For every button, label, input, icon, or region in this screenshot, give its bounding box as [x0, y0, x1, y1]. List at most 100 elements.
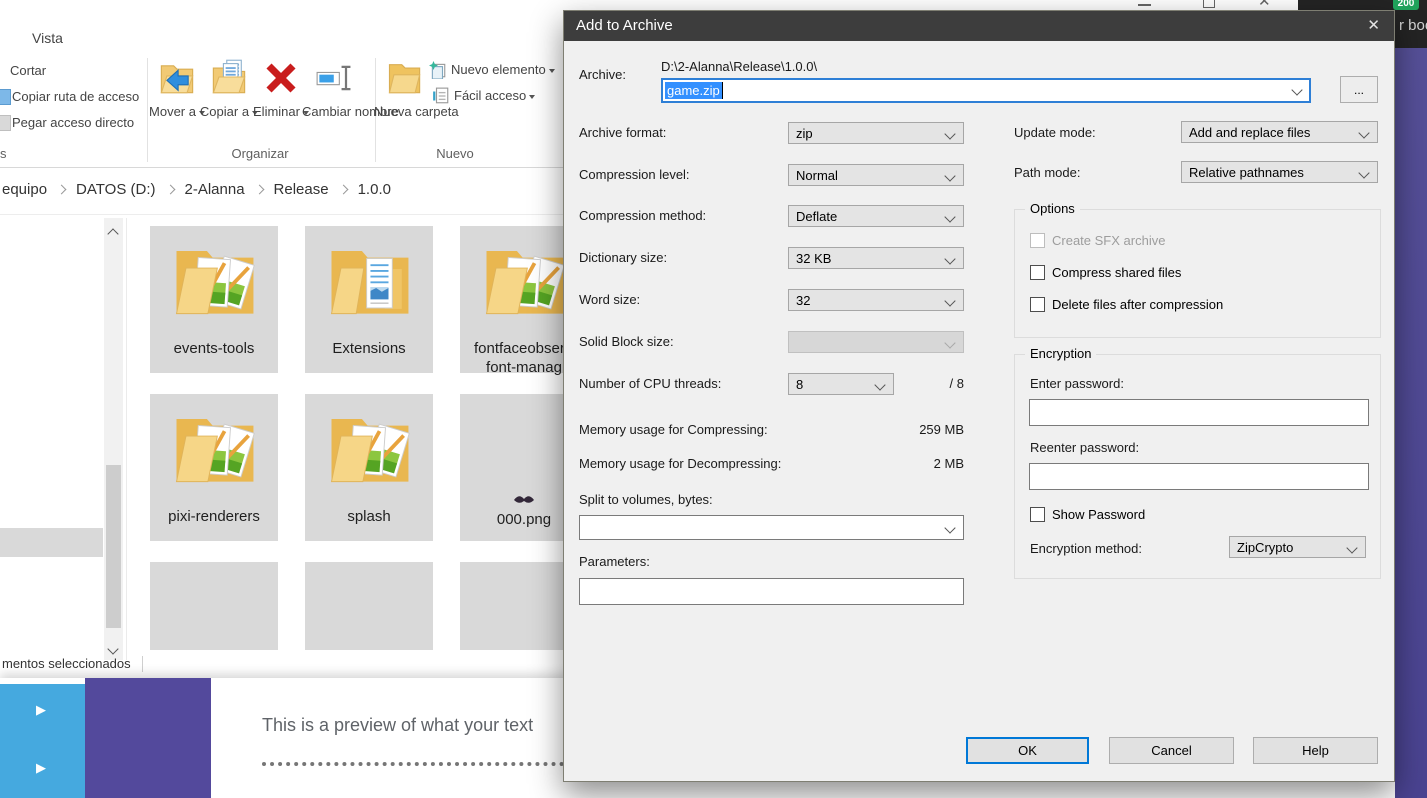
options-groupbox: Options Create SFX archive Compress shar…	[1014, 209, 1381, 338]
compression-method-select[interactable]: Deflate	[788, 205, 964, 227]
memory-decompress-label: Memory usage for Decompressing:	[579, 456, 781, 471]
image-file-icon	[512, 492, 536, 506]
move-to-label: Mover a	[149, 104, 196, 119]
help-button[interactable]: Help	[1253, 737, 1378, 764]
breadcrumb-item[interactable]: 1.0.0	[358, 181, 391, 198]
parameters-label: Parameters:	[579, 554, 650, 569]
dialog-titlebar[interactable]: Add to Archive ✕	[564, 11, 1394, 41]
folder-icon	[322, 231, 417, 326]
breadcrumb-item[interactable]: DATOS (D:)	[76, 181, 155, 198]
tab-vista[interactable]: Vista	[32, 30, 63, 46]
chevron-down-icon	[944, 211, 955, 222]
file-name: events-tools	[150, 339, 278, 358]
ribbon-item-pegar-acceso[interactable]: Pegar acceso directo	[12, 115, 134, 130]
breadcrumb-chevron[interactable]	[57, 185, 67, 195]
enter-password-input[interactable]	[1029, 399, 1369, 426]
word-size-label: Word size:	[579, 292, 640, 307]
new-folder-button[interactable]: Nueva carpeta	[374, 104, 434, 119]
path-mode-select[interactable]: Relative pathnames	[1181, 161, 1378, 183]
memory-decompress-value: 2 MB	[864, 456, 964, 471]
dialog-title: Add to Archive	[576, 11, 673, 41]
delete-after-option[interactable]: Delete files after compression	[1030, 297, 1223, 312]
archive-format-label: Archive format:	[579, 125, 666, 140]
chevron-down-icon	[944, 522, 955, 533]
copy-to-button[interactable]: Copiar a	[198, 104, 260, 119]
compress-shared-option[interactable]: Compress shared files	[1030, 265, 1181, 280]
ribbon-divider	[0, 167, 563, 168]
delete-label: Eliminar	[253, 104, 300, 119]
dictionary-size-select[interactable]: 32 KB	[788, 247, 964, 269]
encryption-method-select[interactable]: ZipCrypto	[1229, 536, 1366, 558]
file-item[interactable]: events-tools	[150, 226, 278, 373]
breadcrumb-chevron[interactable]	[254, 185, 264, 195]
window-maximize-button[interactable]	[1203, 0, 1215, 8]
rename-button[interactable]: Cambiar nombre	[302, 104, 372, 119]
help-label: Help	[1302, 743, 1329, 758]
ribbon-item-cortar[interactable]: Cortar	[10, 63, 46, 78]
compression-level-select[interactable]: Normal	[788, 164, 964, 186]
cpu-threads-select[interactable]: 8	[788, 373, 894, 395]
play-icon[interactable]: ▶	[36, 702, 46, 718]
dictionary-size-value: 32 KB	[796, 251, 831, 266]
background-app-text: r boo	[1399, 17, 1427, 34]
ok-label: OK	[1018, 743, 1037, 758]
encryption-groupbox: Encryption Enter password: Reenter passw…	[1014, 354, 1381, 579]
copy-to-label: Copiar a	[200, 104, 249, 119]
copy-path-icon	[0, 89, 11, 105]
folder-icon	[477, 231, 572, 326]
easy-access-icon	[432, 87, 450, 105]
path-mode-value: Relative pathnames	[1189, 165, 1304, 180]
notification-badge: 200	[1393, 0, 1419, 10]
breadcrumb-item[interactable]: 2-Alanna	[185, 181, 245, 198]
split-volumes-combobox[interactable]	[579, 515, 964, 540]
update-mode-select[interactable]: Add and replace files	[1181, 121, 1378, 143]
browse-button[interactable]: ...	[1340, 76, 1378, 103]
nav-selected-item[interactable]	[0, 528, 103, 557]
window-minimize-button[interactable]	[1138, 4, 1151, 6]
parameters-input[interactable]	[579, 578, 964, 605]
encryption-group-title: Encryption	[1025, 346, 1096, 361]
file-item[interactable]	[150, 562, 278, 650]
ribbon-item-copiar-ruta[interactable]: Copiar ruta de acceso	[12, 89, 139, 104]
file-item[interactable]: pixi-renderers	[150, 394, 278, 541]
archive-format-value: zip	[796, 126, 813, 141]
breadcrumb-chevron[interactable]	[338, 185, 348, 195]
cancel-label: Cancel	[1151, 743, 1191, 758]
word-size-select[interactable]: 32	[788, 289, 964, 311]
breadcrumb-item[interactable]: equipo	[2, 181, 47, 198]
cpu-threads-max: / 8	[904, 376, 964, 391]
scrollbar-thumb[interactable]	[106, 465, 121, 628]
preview-purple-block	[85, 678, 211, 798]
folder-icon	[167, 231, 262, 326]
compress-shared-checkbox[interactable]	[1030, 265, 1045, 280]
reenter-password-label: Reenter password:	[1030, 440, 1139, 455]
dialog-close-icon[interactable]: ✕	[1367, 16, 1380, 34]
new-item-icon	[429, 61, 447, 79]
compression-level-value: Normal	[796, 168, 838, 183]
window-close-button[interactable]: ✕	[1258, 0, 1271, 10]
show-password-option[interactable]: Show Password	[1030, 507, 1145, 522]
file-item[interactable]	[305, 562, 433, 650]
preview-text: This is a preview of what your text	[262, 715, 533, 736]
new-item-button[interactable]: Nuevo elemento	[451, 62, 555, 77]
file-name: Extensions	[305, 339, 433, 358]
show-password-checkbox[interactable]	[1030, 507, 1045, 522]
cancel-button[interactable]: Cancel	[1109, 737, 1234, 764]
reenter-password-input[interactable]	[1029, 463, 1369, 490]
clipboard-group-label: s	[0, 146, 7, 161]
new-folder-icon	[386, 58, 422, 96]
easy-access-button[interactable]: Fácil acceso	[454, 88, 535, 103]
breadcrumb-chevron[interactable]	[165, 185, 175, 195]
archive-name-combobox[interactable]: game.zip	[661, 78, 1311, 103]
file-item[interactable]: splash	[305, 394, 433, 541]
cpu-threads-value: 8	[796, 377, 803, 392]
archive-format-select[interactable]: zip	[788, 122, 964, 144]
ok-button[interactable]: OK	[966, 737, 1089, 764]
breadcrumb-item[interactable]: Release	[274, 181, 329, 198]
play-icon[interactable]: ▶	[36, 760, 46, 776]
compression-level-label: Compression level:	[579, 167, 690, 182]
delete-after-checkbox[interactable]	[1030, 297, 1045, 312]
breadcrumb-divider	[0, 214, 563, 215]
delete-after-label: Delete files after compression	[1052, 297, 1223, 312]
file-item[interactable]: Extensions	[305, 226, 433, 373]
